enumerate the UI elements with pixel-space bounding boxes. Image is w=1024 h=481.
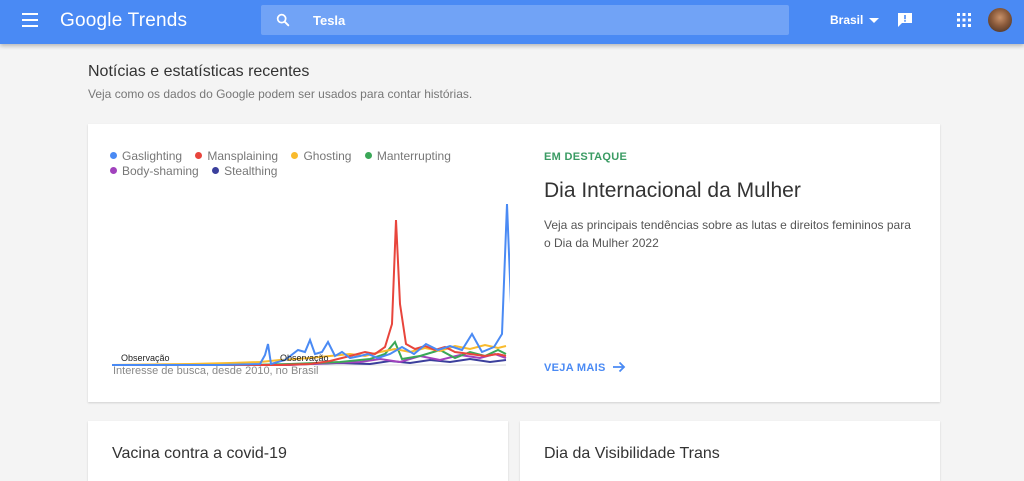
featured-story-card[interactable]: Gaslighting Mansplaining Ghosting Manter…: [88, 124, 940, 402]
chart-annotation: Observação: [280, 353, 329, 363]
legend-item: Mansplaining: [195, 149, 278, 163]
card-title: Vacina contra a covid-19: [112, 445, 287, 462]
legend-item: Stealthing: [212, 164, 277, 178]
top-bar: Google Trends Brasil: [0, 0, 1024, 44]
search-box[interactable]: [261, 5, 789, 35]
legend-dot: [364, 152, 372, 159]
page-title: Notícias e estatísticas recentes: [88, 63, 310, 80]
apps-grid-icon[interactable]: [957, 13, 971, 27]
legend-dot: [291, 152, 299, 159]
legend-item: Manterrupting: [364, 149, 451, 163]
chart-annotation: Observação: [121, 353, 170, 363]
legend-item: Gaslighting: [110, 149, 182, 163]
legend-dot: [110, 152, 117, 159]
legend-item: Body-shaming: [110, 164, 199, 178]
legend-dot: [195, 152, 203, 159]
story-card[interactable]: Dia da Visibilidade Trans: [520, 421, 940, 481]
arrow-right-icon[interactable]: [612, 360, 626, 374]
story-card[interactable]: Vacina contra a covid-19: [88, 421, 508, 481]
series-line: [112, 203, 510, 366]
legend-dot: [110, 167, 117, 174]
feedback-icon[interactable]: [897, 12, 913, 28]
chart-caption: Interesse de busca, desde 2010, no Brasi…: [113, 365, 319, 377]
search-input[interactable]: [313, 11, 773, 29]
chart-legend: Gaslighting Mansplaining Ghosting Manter…: [110, 149, 490, 179]
region-selector[interactable]: Brasil: [830, 13, 863, 27]
see-more-link[interactable]: VEJA MAIS: [544, 360, 626, 374]
page-subtitle: Veja como os dados do Google podem ser u…: [88, 87, 473, 101]
card-title: Dia da Visibilidade Trans: [544, 445, 720, 462]
google-trends-logo[interactable]: Google Trends: [60, 10, 187, 32]
avatar[interactable]: [988, 8, 1012, 32]
legend-dot: [212, 167, 220, 174]
featured-description: Veja as principais tendências sobre as l…: [544, 218, 911, 250]
chevron-down-icon[interactable]: [869, 18, 879, 23]
legend-item: Ghosting: [291, 149, 351, 163]
menu-icon[interactable]: [22, 13, 38, 27]
search-icon[interactable]: [275, 12, 291, 28]
trend-chart: Observação Observação: [111, 203, 510, 366]
featured-label: EM DESTAQUE: [544, 151, 628, 163]
featured-title[interactable]: Dia Internacional da Mulher: [544, 179, 801, 203]
